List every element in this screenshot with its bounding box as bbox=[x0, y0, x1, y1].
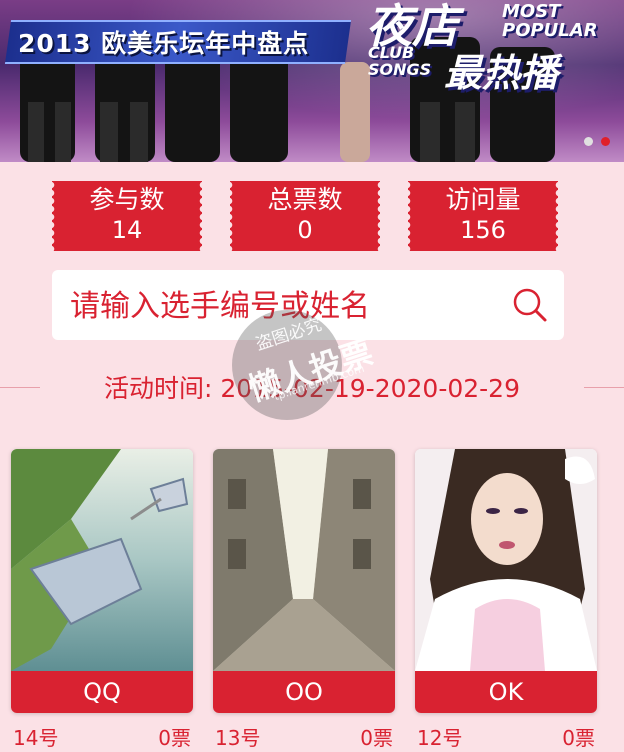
divider-right bbox=[584, 387, 624, 388]
candidate-card-2[interactable]: OO bbox=[213, 449, 395, 713]
watermark: 盗图必究 懒人投票 tp.lanrenmb.com bbox=[232, 300, 392, 420]
stat-label: 参与数 bbox=[89, 185, 165, 214]
divider-left bbox=[0, 387, 40, 388]
stat-value: 156 bbox=[460, 216, 506, 244]
top-banner-carousel[interactable]: 2013 欧美乐坛年中盘点 夜店 MOST POPULAR CLUB SONGS… bbox=[0, 0, 624, 162]
stat-label: 访问量 bbox=[445, 185, 521, 214]
stat-label: 总票数 bbox=[267, 185, 343, 214]
candidate-number: 12号 bbox=[417, 726, 463, 750]
stat-visits: 访问量 156 bbox=[407, 181, 558, 251]
stat-value: 14 bbox=[111, 216, 143, 244]
banner-club-line2: SONGS bbox=[368, 60, 432, 79]
stat-value: 0 bbox=[297, 216, 313, 244]
candidate-name: QQ bbox=[11, 671, 193, 713]
banner-most-popular: MOST POPULAR bbox=[502, 2, 598, 40]
candidate-photo bbox=[11, 449, 193, 671]
search-icon[interactable] bbox=[512, 287, 548, 323]
carousel-dot-1[interactable] bbox=[584, 137, 593, 146]
candidate-card-1[interactable]: QQ bbox=[11, 449, 193, 713]
carousel-dot-2[interactable] bbox=[601, 137, 610, 146]
banner-most-line2: POPULAR bbox=[502, 20, 598, 41]
candidate-footer-2: 13号 0票 bbox=[213, 722, 395, 752]
stat-total-votes: 总票数 0 bbox=[229, 181, 380, 251]
candidate-votes: 0票 bbox=[562, 726, 595, 750]
candidate-footer-1: 14号 0票 bbox=[11, 722, 193, 752]
candidate-photo bbox=[213, 449, 395, 671]
candidate-footer-3: 12号 0票 bbox=[415, 722, 597, 752]
candidate-number: 13号 bbox=[215, 726, 261, 750]
candidate-votes: 0票 bbox=[158, 726, 191, 750]
candidate-number: 14号 bbox=[13, 726, 59, 750]
candidate-card-3[interactable]: OK bbox=[415, 449, 597, 713]
banner-title: 2013 欧美乐坛年中盘点 bbox=[18, 29, 310, 58]
candidate-votes: 0票 bbox=[360, 726, 393, 750]
candidate-name: OK bbox=[415, 671, 597, 713]
stat-participants: 参与数 14 bbox=[51, 181, 202, 251]
candidate-name: OO bbox=[213, 671, 395, 713]
banner-hot-text: 最热播 bbox=[444, 51, 559, 95]
banner-most-line1: MOST bbox=[502, 1, 561, 22]
carousel-indicators bbox=[584, 137, 610, 146]
candidate-photo bbox=[415, 449, 597, 671]
banner-club-songs: CLUB SONGS bbox=[368, 44, 431, 78]
